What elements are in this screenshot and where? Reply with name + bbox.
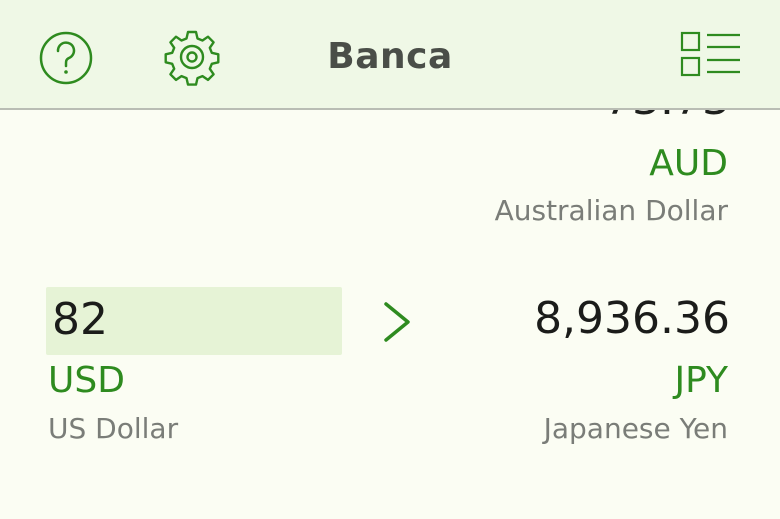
currency-code: AUD <box>649 143 728 184</box>
help-icon[interactable] <box>38 30 94 86</box>
converted-amount: 73.73 <box>604 110 730 125</box>
list-icon[interactable] <box>680 30 742 78</box>
currency-name: Australian Dollar <box>494 194 728 227</box>
converted-amount: 8,936.36 <box>534 293 730 344</box>
gear-icon[interactable] <box>163 28 221 86</box>
amount-value: 82 <box>52 294 108 345</box>
app-screen: Banca 73.73 AUD Australian Dollar 82 USD… <box>0 0 780 519</box>
from-currency-name: US Dollar <box>48 412 179 445</box>
from-currency-code[interactable]: USD <box>48 360 125 401</box>
navigation-bar: Banca <box>0 0 780 110</box>
page-title: Banca <box>327 36 453 77</box>
conversion-list: 73.73 AUD Australian Dollar 82 USD US Do… <box>0 110 780 519</box>
amount-input[interactable]: 82 <box>46 287 342 355</box>
chevron-right-icon[interactable] <box>380 300 414 344</box>
to-currency-code[interactable]: JPY <box>674 360 728 401</box>
to-currency-name: Japanese Yen <box>543 412 728 445</box>
